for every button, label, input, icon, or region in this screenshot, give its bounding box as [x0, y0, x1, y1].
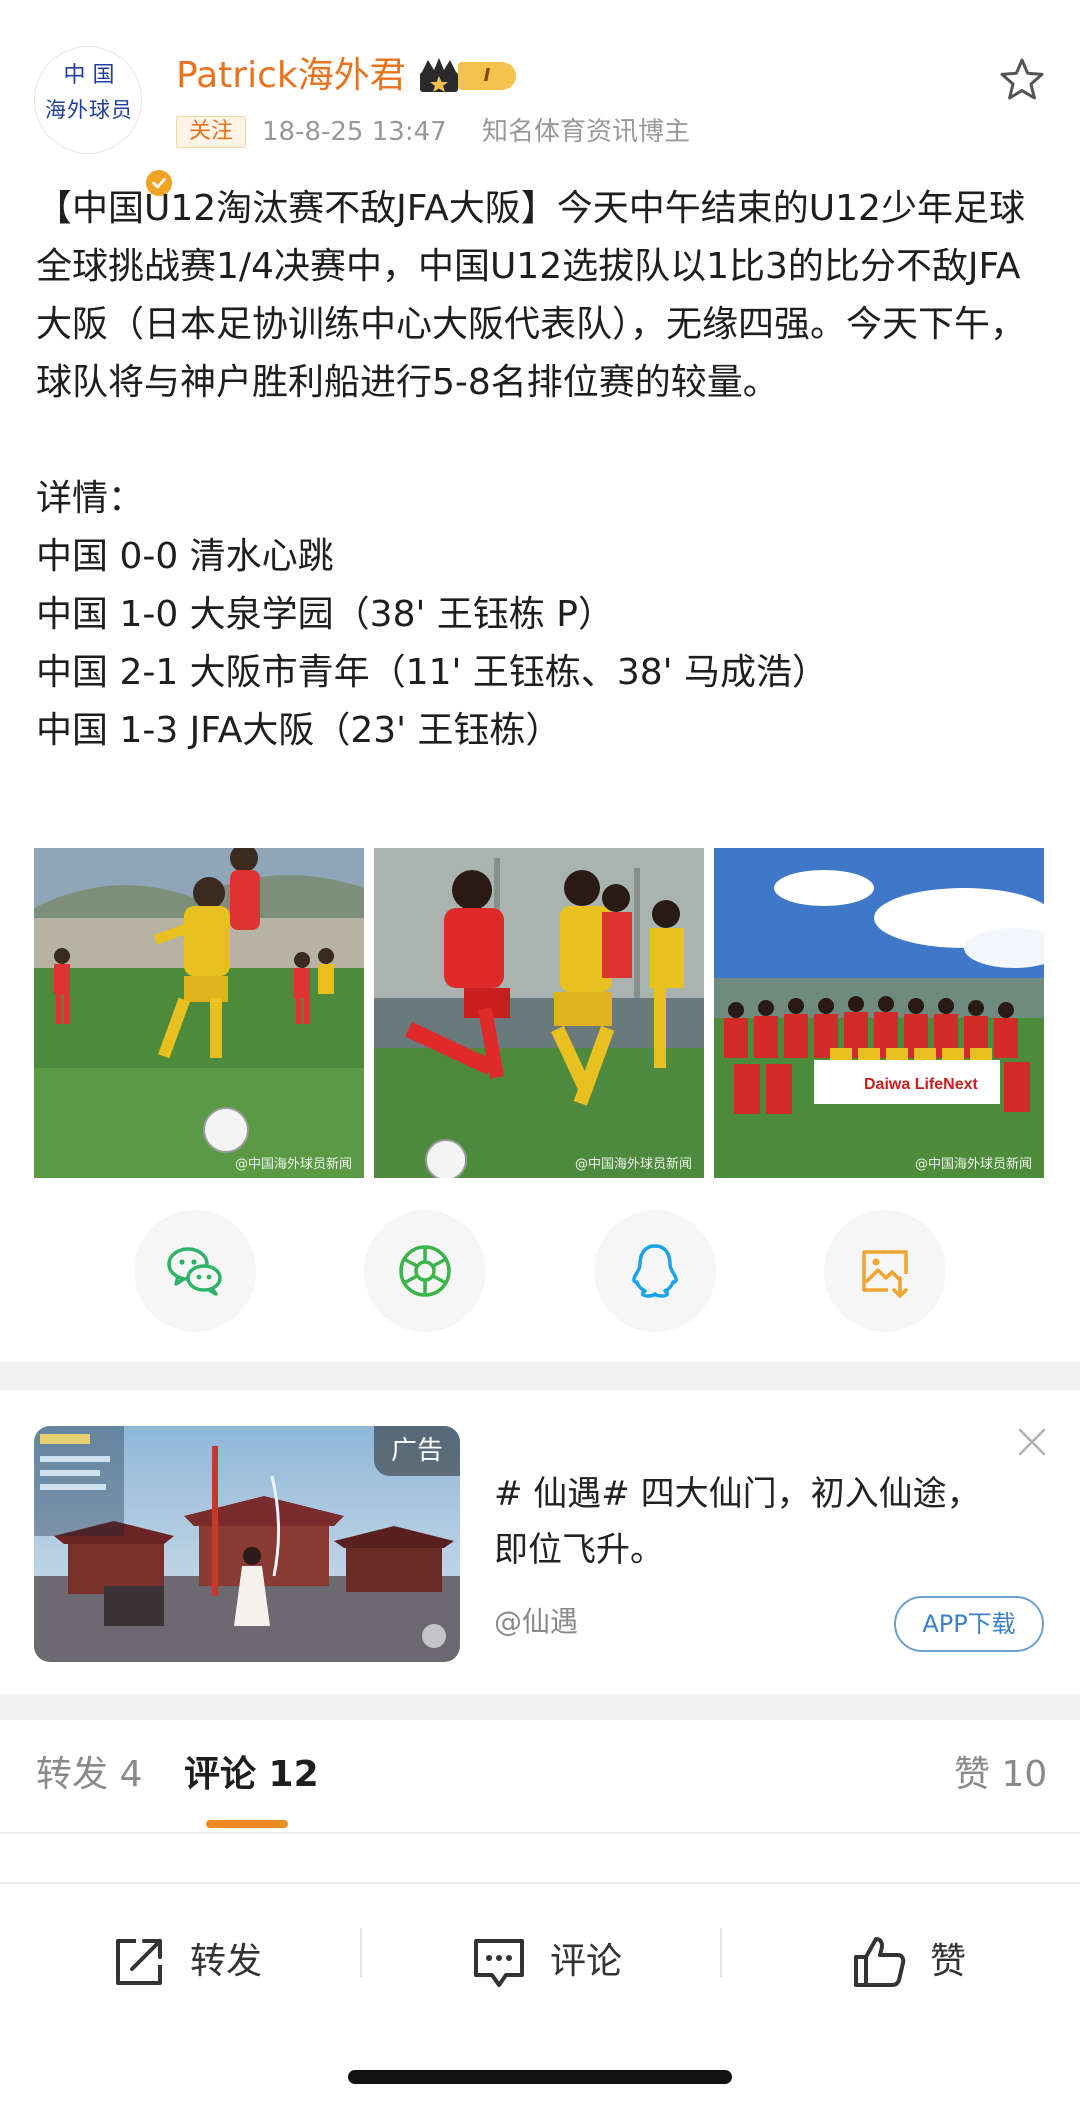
share-wechat-button[interactable]: [134, 1210, 256, 1332]
level-badge: I: [458, 62, 516, 90]
like-button[interactable]: 赞: [850, 1932, 966, 1992]
ad-advertiser[interactable]: @仙遇: [494, 1602, 578, 1642]
crown-icon: [420, 58, 458, 92]
tabs-divider: [0, 1832, 1080, 1834]
repost-label: 转发: [190, 1941, 263, 1982]
qq-icon: [632, 1244, 678, 1298]
post-text: 【中国U12淘汰赛不敌JFA大阪】今天中午结束的U12少年足球全球挑战赛1/4决…: [36, 188, 1027, 403]
section-divider: [0, 1694, 1080, 1720]
ad-title[interactable]: # 仙遇# 四大仙门，初入仙途，即位飞升。: [494, 1466, 1014, 1578]
result-line: 中国 1-3 JFA大阪（23' 王钰栋）: [36, 710, 562, 751]
like-label: 赞: [930, 1941, 967, 1982]
username[interactable]: Patrick海外君: [176, 54, 406, 98]
photo-2-image: [374, 848, 704, 1178]
ad-image[interactable]: 广告: [34, 1426, 460, 1662]
avatar[interactable]: 中 国 海外球员: [34, 46, 175, 199]
author-role: 知名体育资讯博主: [482, 117, 691, 147]
result-line: 中国 1-0 大泉学园（38' 王钰栋 P）: [36, 594, 614, 635]
ad-label: 广告: [374, 1426, 460, 1476]
save-image-button[interactable]: [824, 1210, 946, 1332]
share-arrow-icon: [116, 1939, 162, 1985]
photo-1-image: [34, 848, 364, 1178]
thumbs-up-icon: [854, 1937, 906, 1987]
ad-card[interactable]: 广告 # 仙遇# 四大仙门，初入仙途，即位飞升。 @仙遇 APP下载: [0, 1390, 1080, 1694]
follow-button[interactable]: 关注: [176, 116, 246, 148]
photo-watermark: @中国海外球员新闻: [914, 1157, 1032, 1172]
active-tab-indicator: [206, 1820, 288, 1828]
comment-button[interactable]: 评论: [470, 1932, 622, 1992]
share-qq-button[interactable]: [594, 1210, 716, 1332]
post-time: 18-8-25 13:47: [262, 117, 447, 147]
banner-text: Daiwa LifeNext: [864, 1076, 978, 1093]
repost-button[interactable]: 转发: [110, 1932, 262, 1992]
photo-2[interactable]: @中国海外球员新闻: [374, 848, 704, 1178]
avatar-logo-text: 中 国 海外球员: [35, 59, 143, 127]
interaction-tabs: 转发 4 评论 12 赞 10: [0, 1720, 1080, 1832]
wechat-icon: [167, 1247, 222, 1296]
app-download-button[interactable]: APP下载: [894, 1596, 1044, 1652]
photo-3-image: Daiwa LifeNext: [714, 848, 1044, 1178]
avatar-line-1: 中 国: [63, 63, 115, 88]
tab-like[interactable]: 赞 10: [954, 1750, 1047, 1800]
bar-separator: [360, 1928, 362, 1978]
photo-1[interactable]: @中国海外球员新闻: [34, 848, 364, 1178]
bar-separator: [720, 1928, 722, 1978]
tab-comment[interactable]: 评论 12: [184, 1750, 319, 1800]
share-row: [0, 1210, 1080, 1334]
close-icon[interactable]: [1014, 1424, 1050, 1460]
post-body: 【中国U12淘汰赛不敌JFA大阪】今天中午结束的U12少年足球全球挑战赛1/4决…: [36, 180, 1046, 760]
tab-repost[interactable]: 转发 4: [36, 1750, 142, 1800]
photo-grid: @中国海外球员新闻 @中国海外球员新闻 Daiwa LifeNext @中国海外…: [34, 848, 1044, 1178]
bottom-action-bar: 转发 评论 赞: [0, 1882, 1080, 2024]
comment-bubble-icon: [474, 1939, 524, 1987]
details-label: 详情：: [36, 478, 145, 519]
photo-watermark: @中国海外球员新闻: [574, 1157, 692, 1172]
result-line: 中国 0-0 清水心跳: [36, 536, 334, 577]
result-line: 中国 2-1 大阪市青年（11' 王钰栋、38' 马成浩）: [36, 652, 828, 693]
moments-icon: [399, 1245, 451, 1297]
section-divider: [0, 1362, 1080, 1390]
favorite-star-icon[interactable]: [998, 56, 1046, 104]
post-header: 中 国 海外球员 Patrick海外君 I 关注 18-8-25 13:47 知…: [0, 0, 1080, 199]
save-image-icon: [862, 1250, 908, 1298]
photo-watermark: @中国海外球员新闻: [234, 1157, 352, 1172]
home-indicator[interactable]: [348, 2070, 732, 2084]
share-moments-button[interactable]: [364, 1210, 486, 1332]
comment-label: 评论: [550, 1941, 623, 1982]
avatar-line-2: 海外球员: [45, 98, 133, 122]
photo-3[interactable]: Daiwa LifeNext @中国海外球员新闻: [714, 848, 1044, 1178]
